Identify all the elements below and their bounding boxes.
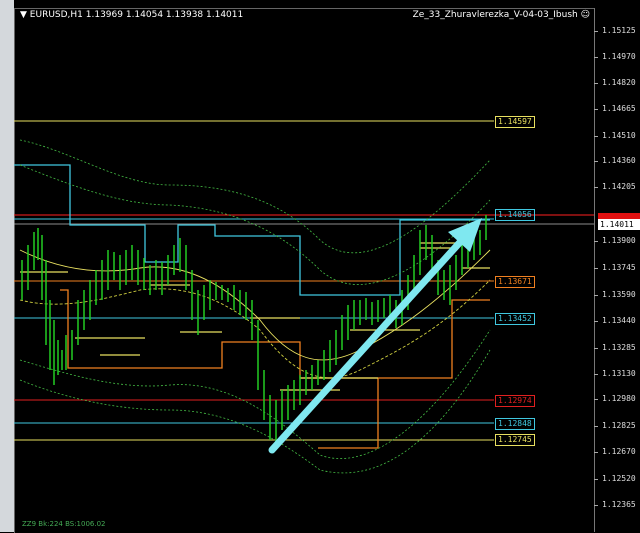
axis-tick-mark (594, 295, 598, 296)
axis-tick-label: 1.14510 (602, 131, 636, 140)
dropdown-triangle-icon[interactable]: ▼ (20, 10, 27, 20)
axis-tick-mark (594, 374, 598, 375)
axis-tick-label: 1.14665 (602, 104, 636, 113)
level-price-label: 1.13671 (495, 276, 535, 288)
axis-tick-mark (594, 321, 598, 322)
axis-tick-mark (594, 241, 598, 242)
axis-tick-label: 1.13130 (602, 369, 636, 378)
level-price-label: 1.12974 (495, 395, 535, 407)
axis-tick-mark (594, 83, 598, 84)
axis-tick-label: 1.14970 (602, 52, 636, 61)
axis-tick-mark (594, 452, 598, 453)
smiley-icon[interactable]: ☺ (581, 10, 590, 20)
axis-tick-label: 1.13900 (602, 236, 636, 245)
status-text: ZZ9 Bk:224 BS:1006.02 (22, 520, 106, 528)
level-price-label: 1.12848 (495, 418, 535, 430)
axis-tick-mark (594, 479, 598, 480)
level-price-label: 1.13452 (495, 313, 535, 325)
axis-tick-mark (594, 268, 598, 269)
axis-tick-label: 1.14360 (602, 156, 636, 165)
chart-canvas (14, 120, 594, 474)
price-candles (21, 215, 487, 450)
cyan-step-line (14, 164, 490, 296)
axis-tick-label: 1.13285 (602, 343, 636, 352)
axis-tick-mark (594, 161, 598, 162)
axis-tick-mark (594, 187, 598, 188)
axis-tick-label: 1.13440 (602, 316, 636, 325)
axis-tick-mark (594, 505, 598, 506)
axis-tick-label: 1.12670 (602, 447, 636, 456)
level-price-label: 1.14597 (495, 116, 535, 128)
axis-tick-label: 1.12980 (602, 394, 636, 403)
axis-tick-label: 1.12520 (602, 474, 636, 483)
axis-tick-label: 1.13745 (602, 263, 636, 272)
axis-tick-mark (594, 31, 598, 32)
level-price-label: 1.12745 (495, 434, 535, 446)
axis-tick-mark (594, 57, 598, 58)
trend-arrow (268, 218, 482, 454)
axis-tick-mark (594, 348, 598, 349)
axis-tick-label: 1.14205 (602, 182, 636, 191)
axis-tick-mark (594, 399, 598, 400)
axis-tick-mark (594, 426, 598, 427)
current-price-box: 1.14011 (598, 219, 640, 230)
axis-tick-label: 1.15125 (602, 26, 636, 35)
axis-tick-mark (594, 136, 598, 137)
chart-symbol-title: ▼ EURUSD,H1 1.13969 1.14054 1.13938 1.14… (20, 10, 244, 20)
axis-tick-label: 1.12365 (602, 500, 636, 509)
axis-tick-label: 1.13590 (602, 290, 636, 299)
orange-step-line (60, 289, 490, 449)
axis-tick-label: 1.14820 (602, 78, 636, 87)
level-price-label: 1.14056 (495, 209, 535, 221)
axis-tick-mark (594, 109, 598, 110)
indicator-name: Ze_33_Zhuravlerezka_V-04-03_Ibush ☺ (412, 10, 590, 20)
axis-tick-label: 1.12825 (602, 421, 636, 430)
